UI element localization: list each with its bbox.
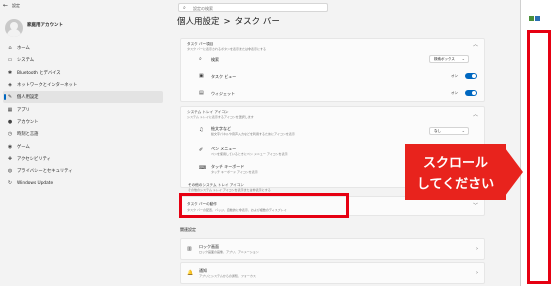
chevron-up-icon[interactable]: ︿ bbox=[473, 111, 478, 118]
emoji-sub: 絵文字パネルや音声入力などを利用するためにアイコンを表示 bbox=[211, 132, 295, 136]
emoji-dropdown-value: なし bbox=[434, 129, 441, 133]
sidebar-item[interactable]: ◍ プライバシーとセキュリティ bbox=[3, 165, 163, 177]
sidebar-item-label: アカウント bbox=[17, 119, 39, 125]
back-arrow-icon[interactable]: ← bbox=[3, 2, 8, 9]
sidebar-item[interactable]: ⌂ ホーム bbox=[3, 42, 163, 54]
search-box[interactable]: ⌕ bbox=[178, 3, 328, 12]
sidebar-item[interactable]: ◷ 時刻と言語 bbox=[3, 128, 163, 140]
sidebar-item-label: ホーム bbox=[17, 46, 30, 52]
search-icon: ⌕ bbox=[199, 56, 202, 62]
task-view-icon: ▣ bbox=[199, 73, 204, 79]
other-tray-subtitle: その他のシステム トレイ アイコンを表示または非表示にする bbox=[188, 188, 271, 192]
task-view-toggle-state: オン bbox=[451, 74, 458, 78]
breadcrumb-separator: > bbox=[223, 17, 231, 27]
highlight-scrollbar bbox=[527, 30, 551, 284]
chevron-right-icon: › bbox=[476, 270, 478, 276]
sidebar-item-label: ゲーム bbox=[17, 144, 30, 150]
user-profile[interactable]: 家庭用アカウント bbox=[5, 18, 155, 40]
search-mode-value: 検索ボックス bbox=[434, 57, 455, 61]
widgets-toggle-state: オン bbox=[451, 91, 458, 95]
search-mode-dropdown[interactable]: 検索ボックス ⌄ bbox=[429, 55, 469, 63]
task-view-label: タスク ビュー bbox=[211, 74, 237, 79]
chevron-down-icon: ⌄ bbox=[461, 128, 465, 133]
sidebar-item[interactable]: ✎ 個人用設定 bbox=[3, 91, 163, 104]
keyboard-icon: ⌨ bbox=[199, 165, 207, 171]
window-title: 設定 bbox=[12, 3, 20, 8]
emoji-dropdown[interactable]: なし ⌄ bbox=[429, 127, 469, 135]
settings-window: ← 設定 ⌕ 家庭用アカウント ⌂ ホーム ▭ システム ✱ Bluetooth とデバイ… bbox=[0, 0, 521, 286]
sidebar-item-label: アプリ bbox=[17, 107, 30, 113]
search-row-label: 検索 bbox=[211, 57, 219, 62]
windows-update-icon: ↻ bbox=[7, 180, 13, 187]
widgets-label: ウィジェット bbox=[211, 91, 235, 96]
sidebar-item-label: アクセシビリティ bbox=[17, 156, 51, 162]
network-icon: ◈ bbox=[8, 82, 12, 89]
notifications-sub: アプリとシステムからの通知、フォーカス bbox=[199, 274, 256, 278]
chevron-down-icon[interactable]: ﹀ bbox=[473, 202, 478, 209]
widgets-toggle[interactable] bbox=[465, 90, 477, 96]
personalization-icon: ✎ bbox=[7, 94, 13, 101]
sidebar-item-label: Windows Update bbox=[17, 180, 54, 186]
touch-keyboard-sub: タッチ キーボード アイコンを表示 bbox=[211, 170, 258, 174]
related-settings-heading: 関連設定 bbox=[180, 227, 196, 232]
sidebar-item[interactable]: ▭ システム bbox=[3, 54, 163, 66]
avatar bbox=[5, 19, 23, 37]
taskbar-items-card: タスク バー項目 タスク バーに表示されるボタンを表示または非表示にする ︿ ⌕… bbox=[180, 38, 485, 102]
breadcrumb: 個人用設定 > タスク バー bbox=[177, 15, 280, 27]
widgets-icon: ▤ bbox=[199, 90, 204, 96]
pen-icon: ✐ bbox=[199, 147, 204, 153]
chevron-right-icon: › bbox=[476, 246, 478, 252]
lock-screen-sub: ロック画面の画像、アプリ、アニメーション bbox=[199, 250, 259, 254]
callout-line1: スクロール bbox=[422, 156, 488, 171]
search-input[interactable] bbox=[193, 5, 323, 11]
callout-line2: してください bbox=[416, 177, 495, 192]
accounts-icon: ● bbox=[7, 118, 13, 125]
sidebar-item-label: システム bbox=[17, 58, 35, 64]
lock-screen-card[interactable]: ▥ ロック画面 ロック画面の画像、アプリ、アニメーション › bbox=[180, 238, 485, 260]
notifications-card[interactable]: 🔔 通知 アプリとシステムからの通知、フォーカス › bbox=[180, 262, 485, 284]
sidebar-nav: ⌂ ホーム ▭ システム ✱ Bluetooth とデバイス ◈ ネットワークとインターネット… bbox=[3, 42, 163, 190]
sidebar: 家庭用アカウント ⌂ ホーム ▭ システム ✱ Bluetooth とデバイス ◈ ネットワー… bbox=[0, 12, 165, 286]
chevron-up-icon[interactable]: ︿ bbox=[473, 41, 478, 48]
sidebar-item[interactable]: ✱ Bluetooth とデバイス bbox=[3, 67, 163, 79]
time-language-icon: ◷ bbox=[7, 131, 13, 138]
sidebar-item[interactable]: ↻ Windows Update bbox=[3, 177, 163, 189]
home-icon: ⌂ bbox=[8, 45, 12, 52]
system-icon: ▭ bbox=[7, 57, 13, 64]
highlight-taskbar-behavior bbox=[179, 193, 349, 218]
gaming-icon: ◉ bbox=[7, 143, 13, 150]
taskbar-items-subtitle: タスク バーに表示されるボタンを表示または非表示にする bbox=[187, 47, 266, 51]
sidebar-item[interactable]: ● アカウント bbox=[3, 116, 163, 128]
sidebar-item[interactable]: ✚ アクセシビリティ bbox=[3, 153, 163, 165]
sidebar-item[interactable]: ▦ アプリ bbox=[3, 103, 163, 115]
sidebar-item-label: 個人用設定 bbox=[17, 95, 39, 101]
system-tray-subtitle: システム トレイに表示するアイコンを選択します bbox=[187, 115, 254, 119]
scroll-callout: スクロール してください bbox=[405, 144, 523, 200]
sidebar-item-label: 時刻と言語 bbox=[17, 132, 39, 138]
bluetooth-icon: ✱ bbox=[7, 69, 13, 76]
breadcrumb-parent[interactable]: 個人用設定 bbox=[177, 17, 220, 27]
lock-screen-icon: ▥ bbox=[187, 246, 192, 252]
search-icon: ⌕ bbox=[183, 5, 186, 11]
emoji-icon: ♫ bbox=[199, 127, 204, 133]
accessibility-icon: ✚ bbox=[7, 155, 13, 162]
sidebar-item[interactable]: ◈ ネットワークとインターネット bbox=[3, 79, 163, 91]
page-title: タスク バー bbox=[234, 17, 280, 27]
sidebar-item[interactable]: ◉ ゲーム bbox=[3, 140, 163, 152]
sidebar-item-label: ネットワークとインターネット bbox=[17, 83, 78, 89]
sidebar-item-label: プライバシーとセキュリティ bbox=[17, 169, 73, 175]
user-name: 家庭用アカウント bbox=[27, 23, 63, 28]
task-view-toggle[interactable] bbox=[465, 73, 477, 79]
bell-icon: 🔔 bbox=[187, 270, 194, 276]
apps-icon: ▦ bbox=[7, 106, 13, 113]
pen-menu-sub: ペンを使用しているときにペン メニュー アイコンを表示 bbox=[211, 152, 288, 156]
privacy-icon: ◍ bbox=[7, 168, 13, 175]
sidebar-item-label: Bluetooth とデバイス bbox=[17, 70, 61, 76]
chevron-down-icon: ⌄ bbox=[461, 56, 465, 61]
app-icon bbox=[529, 14, 541, 22]
